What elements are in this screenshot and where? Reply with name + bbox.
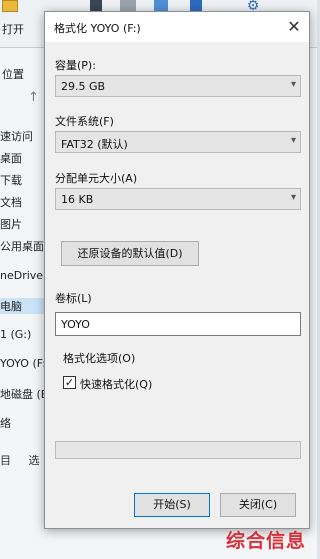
format-options-label: 格式化选项(O) bbox=[63, 352, 136, 365]
nav-item[interactable]: 络 bbox=[0, 415, 45, 431]
chevron-down-icon: ▾ bbox=[290, 135, 296, 146]
filesystem-label: 文件系统(F) bbox=[55, 115, 114, 128]
filesystem-value: FAT32 (默认) bbox=[61, 138, 128, 151]
allocation-select[interactable]: 16 KB ▾ bbox=[55, 188, 301, 210]
quick-format-label[interactable]: 快速格式化(Q) bbox=[80, 376, 152, 392]
nav-item[interactable]: 地磁盘 (E: bbox=[0, 386, 45, 402]
nav-item[interactable]: 桌面 bbox=[0, 150, 45, 166]
restore-defaults-button[interactable]: 还原设备的默认值(D) bbox=[61, 241, 199, 266]
start-button[interactable]: 开始(S) bbox=[134, 493, 210, 517]
nav-item[interactable]: 1 (G:) bbox=[0, 328, 45, 341]
allocation-label: 分配单元大小(A) bbox=[55, 172, 138, 185]
status-bar: 目 选 bbox=[0, 452, 45, 468]
close-icon[interactable]: ✕ bbox=[279, 12, 309, 42]
nav-item[interactable]: 文档 bbox=[0, 194, 45, 210]
quick-format-checkbox[interactable]: ✓ bbox=[63, 376, 76, 389]
capacity-label: 容量(P): bbox=[55, 59, 96, 72]
nav-item[interactable]: 下载 bbox=[0, 172, 45, 188]
open-button[interactable]: 打开 bbox=[2, 21, 24, 37]
volume-label-input[interactable]: YOYO bbox=[55, 312, 301, 336]
nav-item[interactable]: 公用桌面 bbox=[0, 238, 45, 254]
nav-item[interactable]: YOYO (F:) bbox=[0, 357, 45, 370]
capacity-select[interactable]: 29.5 GB ▾ bbox=[55, 75, 301, 97]
volume-label-label: 卷标(L) bbox=[55, 292, 92, 305]
status-selected: 选 bbox=[28, 454, 40, 467]
allocation-value: 16 KB bbox=[61, 193, 94, 206]
filesystem-select[interactable]: FAT32 (默认) ▾ bbox=[55, 131, 301, 153]
format-progress-bar bbox=[55, 441, 301, 459]
capacity-value: 29.5 GB bbox=[61, 80, 106, 93]
nav-item[interactable]: 速访问 bbox=[0, 128, 45, 144]
status-item-count: 目 bbox=[0, 454, 11, 467]
up-arrow-icon[interactable]: ↑ bbox=[28, 90, 39, 105]
close-button[interactable]: 关闭(C) bbox=[220, 493, 296, 517]
volume-label-value: YOYO bbox=[61, 318, 90, 331]
dialog-titlebar[interactable]: 格式化 YOYO (F:) ✕ bbox=[45, 12, 309, 42]
nav-item[interactable]: 电脑 bbox=[0, 298, 45, 314]
nav-item[interactable]: neDrive bbox=[0, 269, 45, 282]
chevron-down-icon: ▾ bbox=[290, 192, 296, 203]
format-dialog: 格式化 YOYO (F:) ✕ 容量(P): 29.5 GB ▾ 文件系统(F)… bbox=[44, 11, 310, 529]
watermark-logo: 综合信息 bbox=[226, 530, 307, 552]
dialog-title: 格式化 YOYO (F:) bbox=[54, 22, 141, 35]
location-label: 位置 bbox=[2, 68, 24, 81]
chevron-down-icon: ▾ bbox=[290, 79, 296, 90]
folder-icon[interactable] bbox=[2, 0, 18, 12]
nav-item[interactable]: 图片 bbox=[0, 216, 45, 232]
